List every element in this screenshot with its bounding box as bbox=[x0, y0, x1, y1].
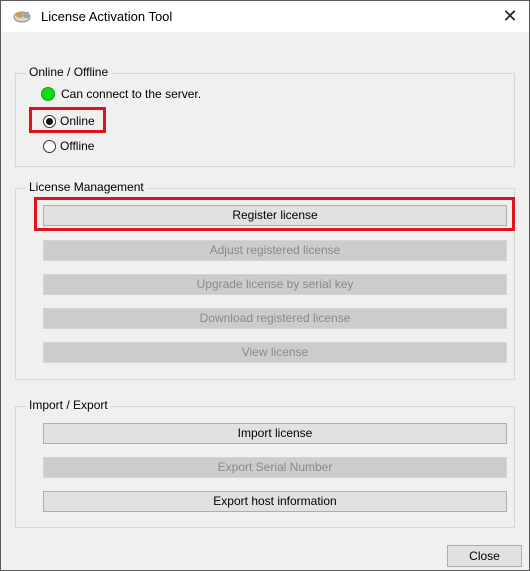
license-management-legend: License Management bbox=[26, 180, 147, 194]
register-license-highlight-box bbox=[34, 197, 515, 231]
window-title: License Activation Tool bbox=[41, 9, 173, 24]
online-offline-legend: Online / Offline bbox=[26, 65, 112, 79]
close-window-icon[interactable]: ✕ bbox=[497, 4, 523, 28]
connection-status-text: Can connect to the server. bbox=[61, 87, 202, 101]
connection-status-icon bbox=[41, 87, 55, 101]
title-bar: License Activation Tool ✕ bbox=[1, 1, 529, 32]
adjust-license-button[interactable]: Adjust registered license bbox=[43, 240, 507, 261]
close-button[interactable]: Close bbox=[447, 545, 522, 567]
download-license-button[interactable]: Download registered license bbox=[43, 308, 507, 329]
upgrade-license-button[interactable]: Upgrade license by serial key bbox=[43, 274, 507, 295]
license-activation-window: License Activation Tool ✕ Online / Offli… bbox=[0, 0, 530, 571]
view-license-button[interactable]: View license bbox=[43, 342, 507, 363]
offline-radio[interactable] bbox=[43, 139, 56, 153]
offline-radio-option[interactable]: Offline bbox=[43, 139, 94, 153]
import-license-button[interactable]: Import license bbox=[43, 423, 507, 444]
online-highlight-box bbox=[29, 107, 106, 133]
offline-radio-label: Offline bbox=[60, 139, 95, 153]
export-serial-number-button[interactable]: Export Serial Number bbox=[43, 457, 507, 478]
import-export-legend: Import / Export bbox=[26, 398, 111, 412]
export-host-information-button[interactable]: Export host information bbox=[43, 491, 507, 512]
app-icon bbox=[13, 11, 31, 23]
